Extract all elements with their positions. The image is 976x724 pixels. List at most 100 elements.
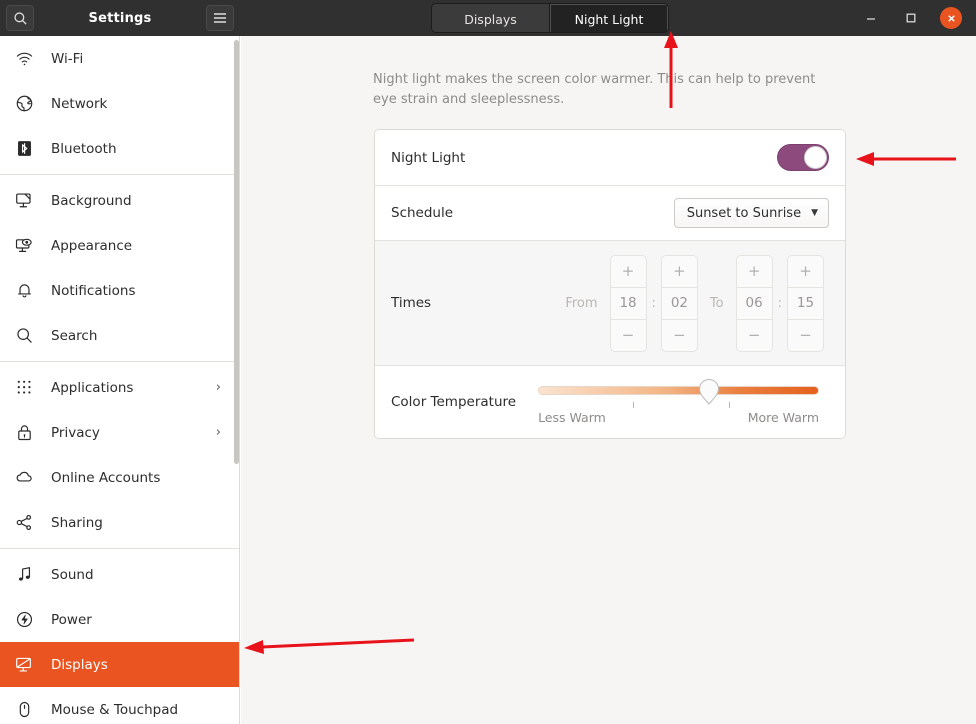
sidebar-item-label: Sound: [51, 566, 94, 583]
color-temperature-row: Color Temperature Less Warm More Warm: [375, 366, 845, 438]
sidebar-item-label: Power: [51, 611, 92, 628]
sidebar-separator: [0, 174, 239, 175]
times-row: Times From + 18 − : + 02 − To + 06 −: +…: [375, 241, 845, 366]
sidebar-list: Wi-Fi Network Bluetooth Background Appearanc…: [0, 36, 239, 724]
from-hour-stepper[interactable]: + 18 −: [609, 254, 647, 352]
maximize-button[interactable]: [900, 7, 922, 29]
main-content: Night light makes the screen color warme…: [241, 36, 976, 724]
sidebar-item-label: Appearance: [51, 237, 133, 254]
cloud-icon: [14, 468, 34, 488]
times-from-label: From: [565, 295, 598, 311]
schedule-row: Schedule Sunset to Sunrise ▼: [375, 186, 845, 241]
search-icon[interactable]: [6, 5, 34, 31]
titlebar-left-section: Settings: [0, 0, 240, 36]
tab-night-light[interactable]: Night Light: [550, 4, 668, 32]
less-warm-label: Less Warm: [538, 409, 606, 425]
from-hour-value[interactable]: 18: [610, 286, 646, 320]
sidebar-item-appearance[interactable]: Appearance: [0, 223, 239, 268]
times-spinner-group: From + 18 − : + 02 − To + 06 −: + 15 −: [556, 254, 827, 352]
tab-displays[interactable]: Displays: [432, 4, 550, 32]
sidebar-item-label: Online Accounts: [51, 469, 161, 486]
sidebar-item-label: Search: [51, 327, 98, 344]
from-minute-increment-button[interactable]: +: [662, 256, 697, 287]
night-light-label: Night Light: [391, 149, 466, 166]
sidebar-scrollbar[interactable]: [234, 36, 239, 724]
sidebar-item-label: Displays: [51, 656, 108, 673]
sidebar-separator: [0, 548, 239, 549]
color-temperature-control: Less Warm More Warm: [516, 378, 829, 425]
night-light-row: Night Light: [375, 130, 845, 186]
sidebar-item-online-accounts[interactable]: Online Accounts: [0, 455, 239, 500]
sidebar-item-notifications[interactable]: Notifications: [0, 268, 239, 313]
night-light-description: Night light makes the screen color warme…: [373, 72, 816, 107]
sidebar-item-privacy[interactable]: Privacy ›: [0, 410, 239, 455]
to-hour-stepper[interactable]: + 06 −: [735, 254, 773, 352]
window-controls: [860, 7, 976, 29]
from-minute-decrement-button[interactable]: −: [662, 320, 697, 351]
sidebar-item-wi-fi[interactable]: Wi-Fi: [0, 36, 239, 81]
sidebar-item-displays[interactable]: Displays: [0, 642, 239, 687]
from-time-colon: :: [651, 295, 656, 311]
titlebar: Settings Displays Night Light: [0, 0, 976, 36]
sidebar-item-label: Notifications: [51, 282, 136, 299]
schedule-label: Schedule: [391, 205, 454, 221]
to-hour-increment-button[interactable]: +: [737, 256, 772, 287]
night-light-toggle-knob: [804, 146, 827, 169]
from-minute-value[interactable]: 02: [661, 286, 697, 320]
window-title: Settings: [88, 10, 152, 26]
grid-apps-icon: [14, 378, 34, 398]
slider-tick: [633, 401, 635, 408]
to-hour-value[interactable]: 06: [736, 286, 772, 320]
from-hour-increment-button[interactable]: +: [611, 256, 646, 287]
close-button[interactable]: [940, 7, 962, 29]
from-hour-decrement-button[interactable]: −: [611, 320, 646, 351]
to-minute-decrement-button[interactable]: −: [788, 320, 823, 351]
schedule-dropdown[interactable]: Sunset to Sunrise ▼: [673, 198, 829, 228]
hamburger-menu-icon[interactable]: [206, 5, 234, 31]
mouse-icon: [14, 700, 34, 720]
sidebar-item-label: Background: [51, 192, 132, 209]
bluetooth-icon: [14, 139, 34, 159]
sidebar-item-sound[interactable]: Sound: [0, 552, 239, 597]
to-minute-increment-button[interactable]: +: [788, 256, 823, 287]
sidebar-item-sharing[interactable]: Sharing: [0, 500, 239, 545]
sidebar-item-label: Mouse & Touchpad: [51, 701, 179, 718]
search-icon: [14, 326, 34, 346]
sidebar-item-search[interactable]: Search: [0, 313, 239, 358]
appearance-icon: [14, 236, 34, 256]
sidebar[interactable]: Wi-Fi Network Bluetooth Background Appearanc…: [0, 36, 240, 724]
sidebar-item-network[interactable]: Network: [0, 81, 239, 126]
sidebar-separator: [0, 361, 239, 362]
from-minute-stepper[interactable]: + 02 −: [660, 254, 698, 352]
to-time-colon: :: [777, 295, 782, 311]
sidebar-item-label: Privacy: [51, 424, 100, 441]
color-temperature-slider-track[interactable]: [538, 385, 819, 395]
display-monitor-icon: [14, 655, 34, 675]
color-temperature-slider[interactable]: [538, 378, 819, 405]
color-temperature-ticks: [538, 401, 819, 409]
to-hour-decrement-button[interactable]: −: [737, 320, 772, 351]
share-nodes-icon: [14, 513, 34, 533]
sidebar-item-background[interactable]: Background: [0, 178, 239, 223]
network-globe-icon: [14, 94, 34, 114]
to-minute-stepper[interactable]: + 15 −: [787, 254, 824, 352]
color-temperature-label: Color Temperature: [391, 394, 517, 410]
night-light-settings-card: Night Light Schedule Sunset to Sunrise ▼…: [374, 129, 846, 439]
bell-icon: [14, 281, 34, 301]
settings-window: Settings Displays Night Light Wi-Fi Netw…: [0, 0, 976, 724]
minimize-button[interactable]: [860, 7, 882, 29]
sidebar-item-applications[interactable]: Applications ›: [0, 365, 239, 410]
sidebar-scrollbar-thumb[interactable]: [234, 40, 239, 464]
sidebar-item-power[interactable]: Power: [0, 597, 239, 642]
music-note-icon: [14, 565, 34, 585]
more-warm-label: More Warm: [747, 409, 819, 425]
sidebar-item-bluetooth[interactable]: Bluetooth: [0, 126, 239, 171]
times-to-label: To: [709, 295, 724, 311]
to-minute-value[interactable]: 15: [788, 286, 823, 320]
color-temperature-legend: Less Warm More Warm: [538, 410, 819, 425]
sidebar-item-mouse-touchpad[interactable]: Mouse & Touchpad: [0, 687, 239, 724]
tab-group: Displays Night Light: [431, 3, 669, 33]
lock-icon: [14, 423, 34, 443]
sidebar-item-label: Wi-Fi: [51, 50, 84, 67]
night-light-toggle[interactable]: [777, 144, 829, 171]
